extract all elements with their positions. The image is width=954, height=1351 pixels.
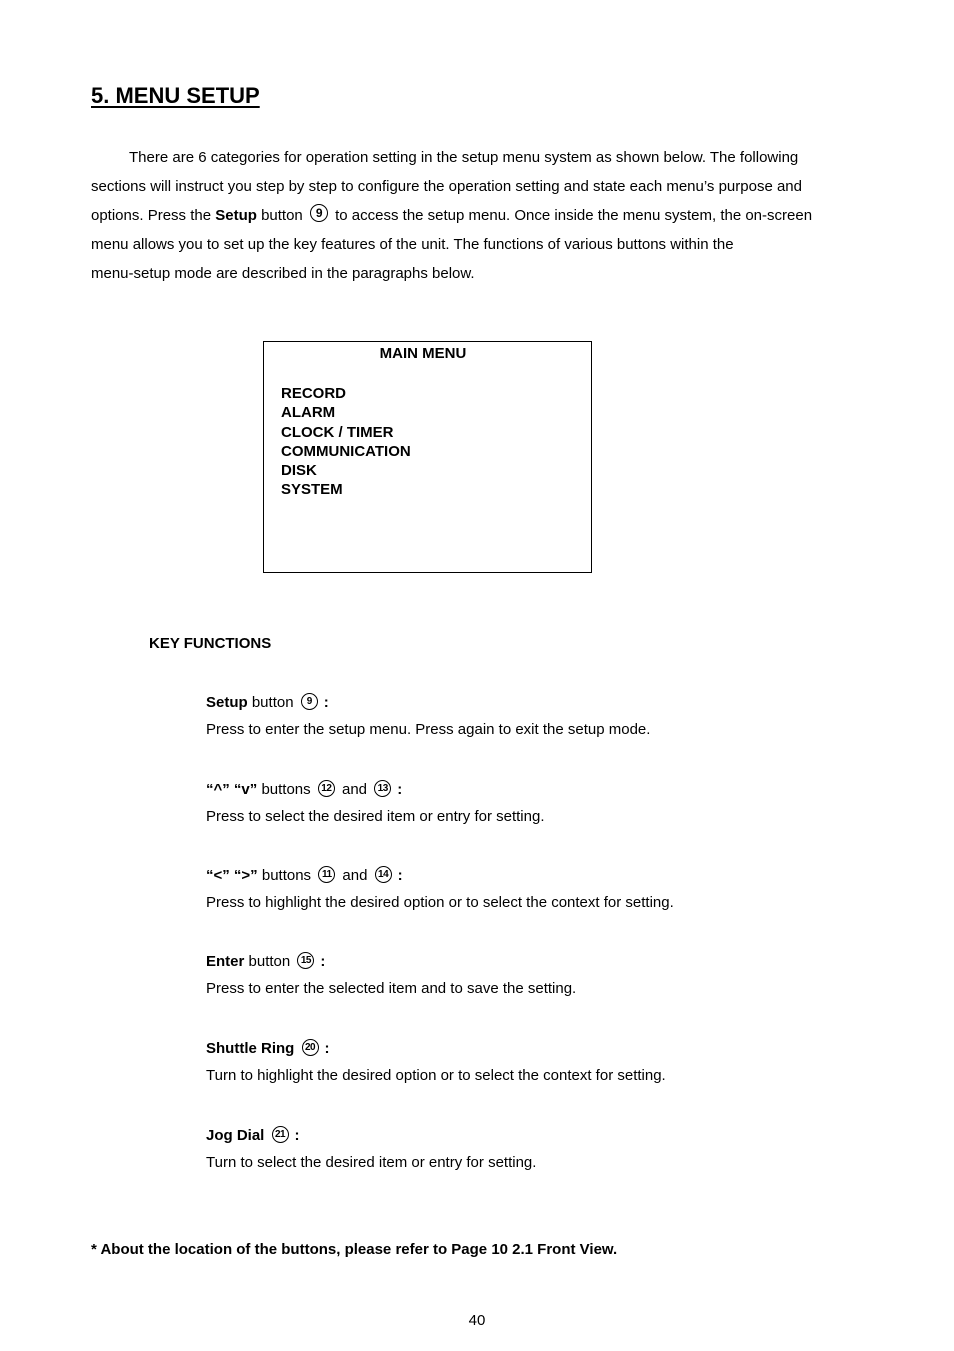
colon: : — [397, 781, 403, 798]
circled-number-icon: 11 — [318, 866, 336, 883]
main-menu-title: MAIN MENU — [379, 345, 467, 362]
colon: : — [320, 953, 326, 970]
colon: : — [323, 694, 329, 711]
key-function-item: “^” “v” buttons 12 and 13: Press to selec… — [206, 780, 544, 827]
key-function-description: Press to enter the selected item and to … — [206, 980, 577, 997]
key-function-title: Enter button 15: — [206, 952, 576, 979]
key-function-name: Setup — [206, 694, 248, 711]
key-function-name: “^” “v” — [206, 781, 258, 798]
key-function-label: button — [244, 953, 291, 970]
intro-line: menu allows you to set up the key featur… — [91, 236, 734, 253]
intro-text: button — [256, 207, 307, 224]
key-function-title: “<” “>” buttons 11 and 14: — [206, 866, 674, 893]
key-function-description: Press to enter the setup menu. Press aga… — [206, 721, 651, 738]
key-function-description: Turn to select the desired item or entry… — [206, 1154, 537, 1171]
menu-item-system: SYSTEM — [281, 481, 343, 499]
joiner-text: and — [337, 781, 372, 798]
main-menu-box: MAIN MENU RECORD ALARM CLOCK / TIMER COM… — [263, 341, 592, 573]
menu-item-alarm: ALARM — [281, 404, 336, 422]
key-function-title: “^” “v” buttons 12 and 13: — [206, 780, 544, 807]
main-menu-list: RECORD ALARM CLOCK / TIMER COMMUNICATION… — [281, 384, 411, 500]
key-function-name: Shuttle Ring — [206, 1040, 295, 1057]
colon: : — [324, 1040, 330, 1057]
key-function-item: “<” “>” buttons 11 and 14: Press to highl… — [206, 866, 674, 913]
circled-number-icon: 12 — [317, 780, 335, 797]
intro-text: to access the setup menu. Once inside th… — [330, 207, 813, 224]
intro-line: menu-setup mode are described in the par… — [91, 265, 475, 282]
circled-number-icon: 21 — [271, 1126, 289, 1143]
menu-item-clock-timer: CLOCK / TIMER — [281, 423, 394, 441]
intro-line: There are 6 categories for operation set… — [129, 149, 799, 166]
circled-number-icon: 9 — [300, 693, 318, 710]
key-functions-heading: KEY FUNCTIONS — [149, 635, 272, 652]
footnote: * About the location of the buttons, ple… — [91, 1241, 618, 1258]
key-function-description: Press to select the desired item or entr… — [206, 808, 545, 825]
key-function-description: Press to highlight the desired option or… — [206, 894, 674, 911]
page-number: 40 — [468, 1312, 486, 1329]
menu-item-communication: COMMUNICATION — [281, 442, 411, 460]
key-function-label: buttons — [257, 867, 312, 884]
menu-item-disk: DISK — [281, 462, 317, 480]
setup-keyword: Setup — [215, 207, 257, 224]
colon: : — [294, 1127, 300, 1144]
key-function-title: Jog Dial 21: — [206, 1126, 536, 1153]
intro-text: options. Press the — [91, 207, 216, 224]
menu-item-record: RECORD — [281, 385, 347, 402]
joiner-text: and — [338, 867, 372, 884]
circled-number-icon: 14 — [374, 866, 392, 883]
key-function-title: Shuttle Ring 20: — [206, 1039, 666, 1066]
circled-number-icon: 15 — [297, 952, 315, 969]
key-function-name: Jog Dial — [206, 1127, 265, 1144]
circled-number-icon: 9 — [309, 204, 328, 222]
key-function-label: buttons — [257, 781, 311, 798]
colon: : — [397, 867, 403, 884]
key-function-name: Enter — [206, 953, 245, 970]
section-title: 5. MENU SETUP — [91, 83, 260, 108]
intro-line: options. Press the Setup button 9 to acc… — [91, 201, 881, 230]
intro-line: sections will instruct you step by step … — [91, 178, 802, 195]
circled-number-icon: 13 — [374, 780, 392, 797]
key-function-description: Turn to highlight the desired option or … — [206, 1067, 666, 1084]
key-function-name: “<” “>” — [206, 867, 258, 884]
key-function-item: Shuttle Ring 20: Turn to highlight the de… — [206, 1039, 666, 1086]
key-function-item: Enter button 15: Press to enter the selec… — [206, 952, 576, 999]
intro-paragraph: There are 6 categories for operation set… — [91, 143, 881, 288]
key-function-label: button — [247, 694, 294, 711]
key-function-item: Jog Dial 21: Turn to select the desired i… — [206, 1126, 536, 1173]
circled-number-icon: 20 — [301, 1039, 319, 1056]
key-function-item: Setup button 9: Press to enter the setup … — [206, 693, 650, 740]
key-function-title: Setup button 9: — [206, 693, 650, 720]
